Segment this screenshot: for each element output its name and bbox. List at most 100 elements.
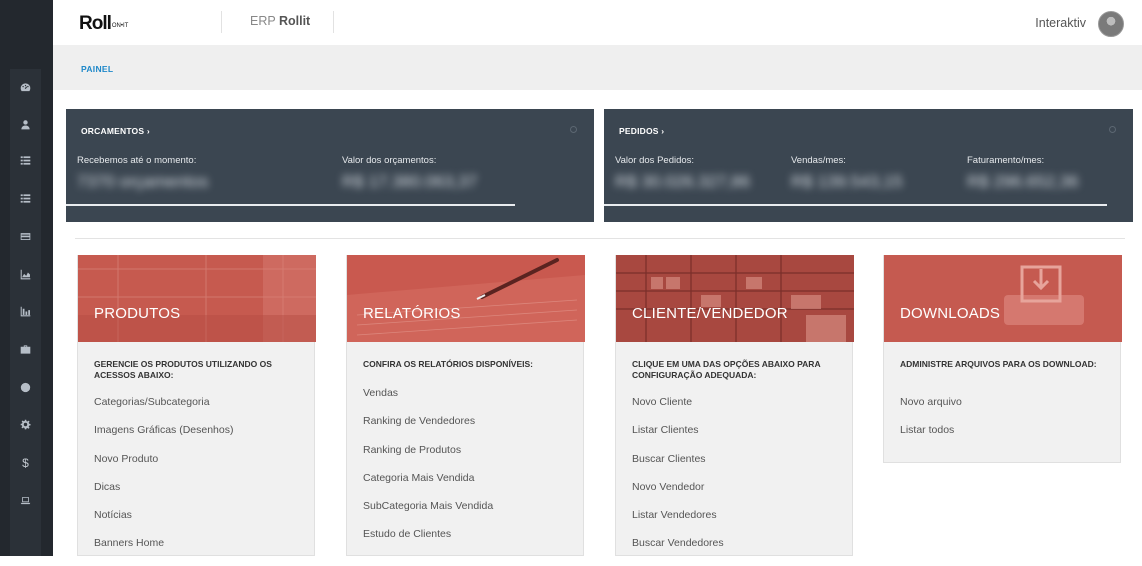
panel-toggle-icon[interactable] — [1109, 126, 1116, 133]
cliente-description: CLIQUE EM UMA DAS OPÇÕES ABAIXO PARA CON… — [632, 359, 821, 380]
briefcase-icon — [20, 345, 31, 354]
pedidos-title[interactable]: PEDIDOS › — [619, 126, 664, 136]
sidebar-item-devices[interactable] — [10, 485, 41, 516]
brand-logo[interactable]: Roll ON•IT — [79, 12, 132, 34]
warehouse-image — [78, 255, 316, 342]
sidebar-item-settings[interactable] — [10, 409, 41, 440]
relatorios-link[interactable]: Ranking de Vendedores — [363, 415, 493, 443]
orcamentos-progress-bar — [66, 204, 515, 206]
area-chart-icon — [20, 269, 31, 280]
sidebar-item-list-2[interactable] — [10, 183, 41, 214]
download-tablet-image — [884, 255, 1122, 342]
sidebar-item-list-1[interactable] — [10, 145, 41, 176]
downloads-link[interactable]: Novo arquivo — [900, 396, 962, 424]
cliente-link[interactable]: Listar Vendedores — [632, 509, 724, 537]
produtos-link[interactable]: Categorias/Subcategoria — [94, 396, 233, 424]
relatorios-link[interactable]: SubCategoria Mais Vendida — [363, 500, 493, 528]
sidebar-item-finance[interactable]: $ — [10, 447, 41, 478]
dollar-icon: $ — [22, 455, 29, 470]
list-icon — [20, 194, 31, 203]
gear-icon — [20, 419, 31, 430]
pedidos-value-sales: R$ 139.543,15 — [791, 172, 903, 191]
produtos-link[interactable]: Banners Home — [94, 537, 233, 565]
sidebar-item-globe[interactable] — [10, 372, 41, 403]
list-icon — [20, 156, 31, 165]
orcamentos-value-total: R$ 17.380.063,37 — [342, 172, 478, 191]
relatorios-links: Vendas Ranking de Vendedores Ranking de … — [363, 387, 493, 557]
cliente-link[interactable]: Buscar Clientes — [632, 453, 724, 481]
logo-subtext: ON•IT — [111, 23, 129, 29]
produtos-link[interactable]: Dicas — [94, 481, 233, 509]
cliente-card: CLIENTE/VENDEDOR CLIQUE EM UMA DAS OPÇÕE… — [615, 255, 854, 556]
relatorios-header-image[interactable]: RELATÓRIOS — [347, 255, 585, 342]
produtos-link[interactable]: Notícias — [94, 509, 233, 537]
laptop-icon — [20, 497, 31, 505]
downloads-link[interactable]: Listar todos — [900, 424, 962, 452]
produtos-card: PRODUTOS GERENCIE OS PRODUTOS UTILIZANDO… — [77, 255, 316, 556]
orcamentos-label-value: Valor dos orçamentos: — [342, 155, 437, 166]
pedidos-value-total: R$ 30.026.327,86 — [615, 172, 751, 191]
cliente-link[interactable]: Buscar Vendedores — [632, 537, 724, 565]
orcamentos-value-received: 7370 orçamentos — [77, 172, 209, 191]
pedidos-panel: PEDIDOS › Valor dos Pedidos: R$ 30.026.3… — [604, 109, 1133, 222]
cliente-title: CLIENTE/VENDEDOR — [632, 305, 788, 322]
avatar[interactable] — [1098, 11, 1124, 37]
breadcrumb-bar: PAINEL — [53, 45, 1142, 90]
relatorios-link[interactable]: Ranking de Produtos — [363, 444, 493, 472]
globe-icon — [20, 382, 31, 393]
dashboard-icon — [20, 83, 31, 92]
sidebar-item-area-chart[interactable] — [10, 259, 41, 290]
panel-toggle-icon[interactable] — [570, 126, 577, 133]
sidebar: $ — [0, 0, 53, 556]
divider — [75, 238, 1125, 239]
relatorios-link[interactable]: Estudo de Clientes — [363, 528, 493, 556]
bar-chart-icon — [20, 306, 31, 317]
produtos-title: PRODUTOS — [94, 305, 181, 322]
user-name[interactable]: Interaktiv — [1035, 16, 1086, 30]
produtos-header-image[interactable]: PRODUTOS — [78, 255, 316, 342]
relatorios-title: RELATÓRIOS — [363, 305, 461, 322]
chevron-right-icon: › — [146, 126, 150, 136]
app-title-name: Rollit — [278, 14, 311, 28]
sidebar-item-bar-chart[interactable] — [10, 296, 41, 327]
downloads-header-image[interactable]: DOWNLOADS — [884, 255, 1122, 342]
pedidos-label-sales: Vendas/mes: — [791, 155, 846, 166]
produtos-link[interactable]: Novo Produto — [94, 453, 233, 481]
cliente-link[interactable]: Listar Clientes — [632, 424, 724, 452]
pedidos-title-text: PEDIDOS — [619, 126, 659, 136]
sidebar-item-payments[interactable] — [10, 221, 41, 252]
breadcrumb[interactable]: PAINEL — [81, 64, 113, 74]
cliente-header-image[interactable]: CLIENTE/VENDEDOR — [616, 255, 854, 342]
chevron-right-icon: › — [661, 126, 665, 136]
orcamentos-label-received: Recebemos até o momento: — [77, 155, 197, 166]
shelves-image — [616, 255, 854, 342]
sidebar-item-dashboard[interactable] — [10, 72, 41, 103]
cliente-links: Novo Cliente Listar Clientes Buscar Clie… — [632, 396, 724, 566]
pedidos-progress-bar — [604, 204, 1107, 206]
top-bar: Roll ON•IT ERP Rollit Interaktiv — [53, 0, 1142, 45]
relatorios-link[interactable]: Vendas — [363, 387, 493, 415]
orcamentos-panel: ORCAMENTOS › Recebemos até o momento: 73… — [66, 109, 594, 222]
app-title: ERP Rollit — [250, 14, 310, 28]
produtos-link[interactable]: Imagens Gráficas (Desenhos) — [94, 424, 233, 452]
relatorios-description: CONFIRA OS RELATÓRIOS DISPONÍVEIS: — [363, 359, 534, 369]
downloads-description: ADMINISTRE ARQUIVOS PARA OS DOWNLOAD: — [900, 359, 1097, 369]
sidebar-item-briefcase[interactable] — [10, 334, 41, 365]
sidebar-item-users[interactable] — [10, 109, 41, 140]
relatorios-link[interactable]: Categoria Mais Vendida — [363, 472, 493, 500]
produtos-description: GERENCIE OS PRODUTOS UTILIZANDO OS ACESS… — [94, 359, 272, 380]
user-icon — [21, 120, 30, 130]
orcamentos-title[interactable]: ORCAMENTOS › — [81, 126, 150, 136]
downloads-card: DOWNLOADS ADMINISTRE ARQUIVOS PARA OS DO… — [883, 255, 1122, 463]
downloads-title: DOWNLOADS — [900, 305, 1001, 322]
cliente-link[interactable]: Novo Vendedor — [632, 481, 724, 509]
divider — [221, 11, 222, 33]
produtos-links: Categorias/Subcategoria Imagens Gráficas… — [94, 396, 233, 566]
pedidos-label-billing: Faturamento/mes: — [967, 155, 1045, 166]
cliente-link[interactable]: Novo Cliente — [632, 396, 724, 424]
logo-text: Roll — [79, 13, 112, 34]
orcamentos-title-text: ORCAMENTOS — [81, 126, 145, 136]
report-pen-image — [347, 255, 585, 342]
credit-card-icon — [20, 233, 31, 240]
pedidos-value-billing: R$ 296.652,36 — [967, 172, 1079, 191]
